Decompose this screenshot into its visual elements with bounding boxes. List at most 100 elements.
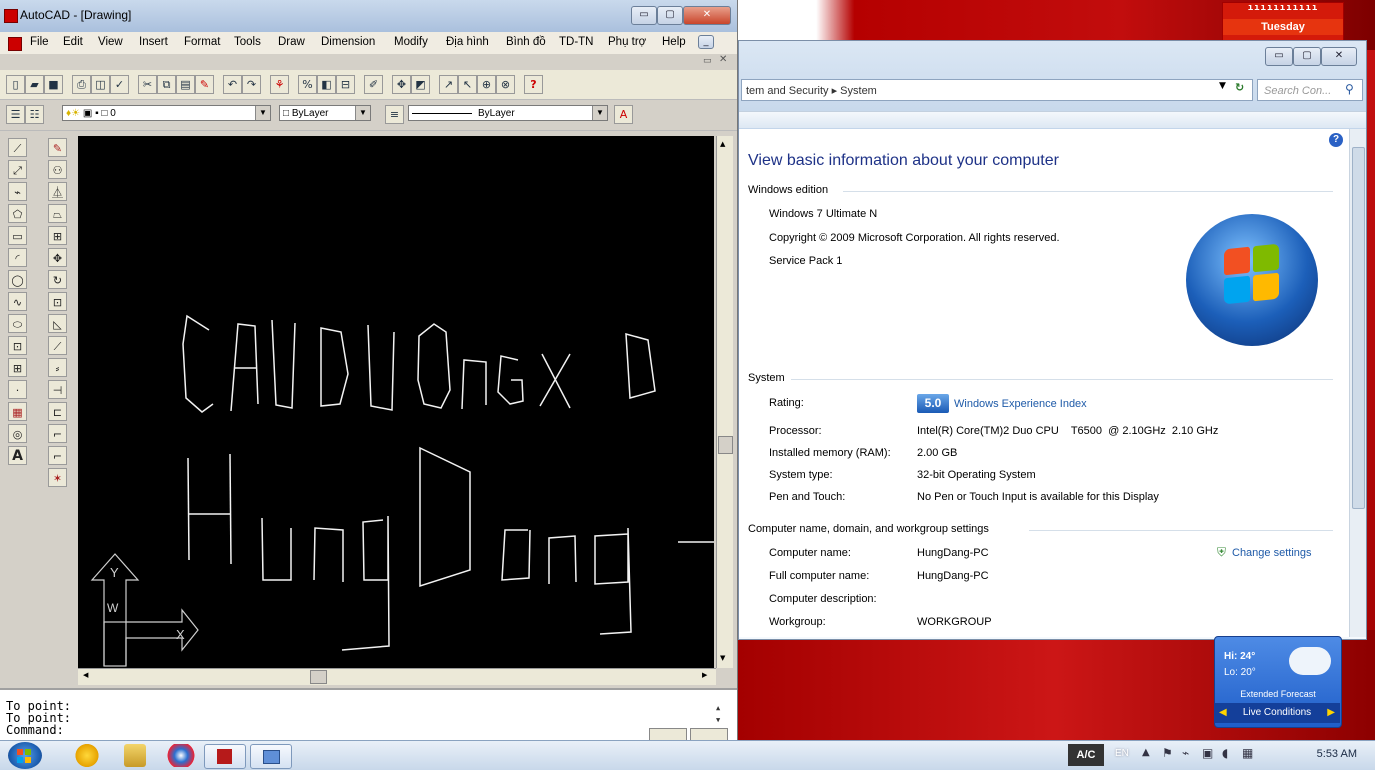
polyline-icon[interactable]: ⌁ <box>8 182 27 201</box>
pan-icon[interactable]: ✥ <box>392 75 411 94</box>
scroll-up-icon[interactable]: ▲ <box>716 702 720 714</box>
zoom-realtime-icon[interactable]: ↗ <box>439 75 458 94</box>
volume-icon[interactable]: ◖ <box>1222 746 1228 760</box>
undo-icon[interactable]: ↶ <box>223 75 242 94</box>
scroll-down-icon[interactable]: ▼ <box>716 714 720 726</box>
layer-dropdown[interactable]: ♦☀ ▣ ▪ □ 0 ▼ <box>62 105 271 121</box>
vertical-scrollbar[interactable] <box>1349 129 1366 637</box>
scroll-thumb[interactable] <box>1352 147 1365 509</box>
preview-icon[interactable]: ◫ <box>91 75 110 94</box>
minimize-button[interactable]: ▭ <box>631 6 657 25</box>
scroll-up-icon[interactable]: ▲ <box>720 140 725 148</box>
pencil-icon[interactable]: ✐ <box>364 75 383 94</box>
help-icon[interactable]: ? <box>1329 133 1343 147</box>
construction-line-icon[interactable]: ⤢ <box>8 160 27 179</box>
explode-icon[interactable]: ✶ <box>48 468 67 487</box>
menu-dimension[interactable]: Dimension <box>321 36 375 48</box>
clock[interactable]: 5:53 AM <box>1317 748 1357 760</box>
command-prompt[interactable]: Command: <box>6 724 64 736</box>
drawing-canvas[interactable]: Y X W <box>78 136 714 668</box>
hyperlink-icon[interactable]: ⚘ <box>270 75 289 94</box>
taskbar-autocad-button[interactable] <box>204 744 246 769</box>
menu-td-tn[interactable]: TD-TN <box>559 36 594 48</box>
doc-minimize-button[interactable]: _ <box>698 35 714 49</box>
copy-icon[interactable]: ⧉ <box>157 75 176 94</box>
polygon-icon[interactable]: ⬠ <box>8 204 27 223</box>
hatch-icon[interactable]: ▦ <box>8 402 27 421</box>
refresh-icon[interactable]: ↻ <box>1235 81 1251 94</box>
menu-modify[interactable]: Modify <box>394 36 428 48</box>
minimize-button[interactable]: ▭ <box>1265 47 1293 66</box>
menu-draw[interactable]: Draw <box>278 36 305 48</box>
doc-restore-icon[interactable]: ▭ <box>703 56 712 66</box>
insert-block-icon[interactable]: ⊡ <box>8 336 27 355</box>
title-bar[interactable]: AutoCAD - [Drawing] ▭ ▢ ✕ <box>0 0 737 32</box>
text-style-icon[interactable]: A <box>614 105 633 124</box>
zoom-in-icon[interactable]: ⊕ <box>477 75 496 94</box>
circle-icon[interactable]: ◯ <box>8 270 27 289</box>
maximize-button[interactable]: ▢ <box>657 6 683 25</box>
arc-icon[interactable]: ◜ <box>8 248 27 267</box>
menu-dia-hinh[interactable]: Địa hình <box>446 36 489 48</box>
chamfer-icon[interactable]: ⌐ <box>48 424 67 443</box>
experience-index-link[interactable]: Windows Experience Index <box>954 398 1087 410</box>
address-bar[interactable]: tem and Security ▸ System <box>741 79 1253 101</box>
line-icon[interactable]: ⟋ <box>8 138 27 157</box>
language-indicator[interactable]: EN <box>1115 748 1129 759</box>
help-icon[interactable]: ? <box>524 75 543 94</box>
redo-icon[interactable]: ↷ <box>242 75 261 94</box>
mirror-icon[interactable]: ⏅ <box>48 182 67 201</box>
browser-icon[interactable] <box>166 744 196 767</box>
save-icon[interactable]: ■ <box>44 75 63 94</box>
erase-icon[interactable]: ✎ <box>48 138 67 157</box>
scroll-down-icon[interactable]: ▼ <box>720 654 725 662</box>
power-icon[interactable]: ⌁ <box>1182 746 1189 760</box>
smiley-icon[interactable] <box>72 744 102 767</box>
document-icon[interactable] <box>8 37 22 51</box>
menu-file[interactable]: File <box>30 36 49 48</box>
taskbar-system-button[interactable] <box>250 744 292 769</box>
scale-icon[interactable]: ⊡ <box>48 292 67 311</box>
linetype-dropdown[interactable]: ByLayer ▼ <box>408 105 608 121</box>
breadcrumb[interactable]: tem and Security ▸ System <box>746 85 877 97</box>
command-window[interactable]: To point: To point: Command: ▲ ▼ <box>0 688 737 745</box>
region-icon[interactable]: ◎ <box>8 424 27 443</box>
menu-help[interactable]: Help <box>662 36 686 48</box>
menu-format[interactable]: Format <box>184 36 220 48</box>
scroll-thumb[interactable] <box>718 436 733 454</box>
ellipse-icon[interactable]: ⬭ <box>8 314 27 333</box>
chevron-down-icon[interactable]: ▼ <box>592 106 607 120</box>
rotate-icon[interactable]: ↻ <box>48 270 67 289</box>
folder-icon[interactable] <box>124 744 146 767</box>
live-conditions-bar[interactable]: ◀ Live Conditions ▶ <box>1214 703 1340 723</box>
maximize-button[interactable]: ▢ <box>1293 47 1321 66</box>
spellcheck-icon[interactable]: ✓ <box>110 75 129 94</box>
menu-tools[interactable]: Tools <box>234 36 261 48</box>
chevron-down-icon[interactable]: ▼ <box>1219 81 1233 91</box>
distance-icon[interactable]: ⊟ <box>336 75 355 94</box>
point-icon[interactable]: · <box>8 380 27 399</box>
chevron-down-icon[interactable]: ▼ <box>255 106 270 120</box>
chevron-down-icon[interactable]: ▼ <box>355 106 370 120</box>
stretch-icon[interactable]: ◺ <box>48 314 67 333</box>
menu-phu-tro[interactable]: Phụ trợ <box>608 36 646 48</box>
copy-object-icon[interactable]: ⚇ <box>48 160 67 179</box>
cut-icon[interactable]: ✂ <box>138 75 157 94</box>
network-icon[interactable]: ▣ <box>1202 746 1213 760</box>
layer-manager-icon[interactable]: ☰ <box>6 105 25 124</box>
shield-icon[interactable]: ⛨ <box>1217 545 1226 560</box>
zoom-out-icon[interactable]: ⊗ <box>496 75 515 94</box>
start-button[interactable] <box>8 742 42 769</box>
multiline-text-icon[interactable]: A <box>8 446 27 465</box>
extend-icon[interactable]: ⊣ <box>48 380 67 399</box>
show-hidden-icons-icon[interactable]: ▲ <box>1142 747 1150 758</box>
zoom-window-icon[interactable]: ◩ <box>411 75 430 94</box>
scroll-thumb[interactable] <box>310 670 327 684</box>
flag-icon[interactable]: ⚑ <box>1162 746 1173 760</box>
trim-icon[interactable]: ⸗ <box>48 358 67 377</box>
rating-badge[interactable]: 5.0 <box>917 394 949 413</box>
scroll-right-icon[interactable]: ▶ <box>702 671 707 679</box>
rectangle-icon[interactable]: ▭ <box>8 226 27 245</box>
color-dropdown[interactable]: □ ByLayer ▼ <box>279 105 371 121</box>
next-arrow-icon[interactable]: ▶ <box>1327 703 1335 723</box>
